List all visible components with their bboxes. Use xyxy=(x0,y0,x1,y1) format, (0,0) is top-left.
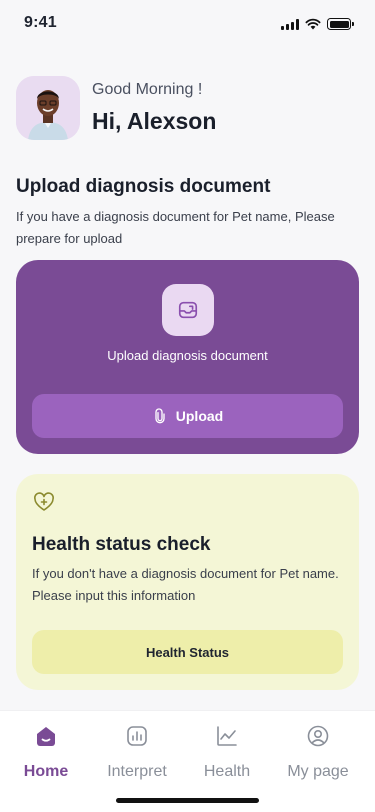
greeting: Good Morning ! Hi, Alexson xyxy=(16,76,216,140)
cellular-signal-icon xyxy=(281,18,299,30)
upload-card: Upload diagnosis document Upload xyxy=(16,260,359,454)
line-chart-icon xyxy=(217,726,237,746)
home-icon xyxy=(37,727,55,746)
nav-item-home[interactable]: Home xyxy=(1,721,91,781)
nav-item-health[interactable]: Health xyxy=(182,721,272,781)
nav-item-my-page[interactable]: My page xyxy=(273,721,363,781)
greeting-name: Hi, Alexson xyxy=(92,108,217,134)
paperclip-icon xyxy=(155,408,165,424)
upload-card-label: Upload diagnosis document xyxy=(107,348,268,363)
status-icons xyxy=(281,18,354,30)
user-circle-icon xyxy=(307,725,329,747)
bottom-nav: Home Interpret Health My page xyxy=(0,710,375,812)
nav-item-interpret[interactable]: Interpret xyxy=(92,721,182,781)
health-card-title: Health status check xyxy=(32,534,211,555)
nav-label-health: Health xyxy=(203,763,251,780)
status-bar: 9:41 xyxy=(0,0,375,48)
nav-label-home: Home xyxy=(23,763,69,780)
upload-button[interactable]: Upload xyxy=(32,394,343,438)
nav-label-my-page: My page xyxy=(287,763,349,780)
upload-section-description: If you have a diagnosis document for Pet… xyxy=(16,209,335,246)
greeting-subtitle: Good Morning ! xyxy=(92,81,203,98)
status-time: 9:41 xyxy=(24,14,57,31)
battery-icon xyxy=(327,18,354,30)
wifi-icon xyxy=(305,18,321,30)
chart-bars-icon xyxy=(127,726,147,746)
health-card: Health status check If you don't have a … xyxy=(16,474,359,690)
heart-plus-icon xyxy=(34,492,54,511)
avatar[interactable] xyxy=(16,76,80,140)
nav-label-interpret: Interpret xyxy=(107,763,167,780)
upload-button-label: Upload xyxy=(175,408,224,424)
upload-section-title: Upload diagnosis document xyxy=(16,176,271,197)
health-status-button[interactable]: Health Status xyxy=(32,630,343,674)
document-upload-icon[interactable] xyxy=(162,284,214,336)
health-card-description: If you don't have a diagnosis document f… xyxy=(32,566,339,603)
home-indicator xyxy=(116,798,259,803)
